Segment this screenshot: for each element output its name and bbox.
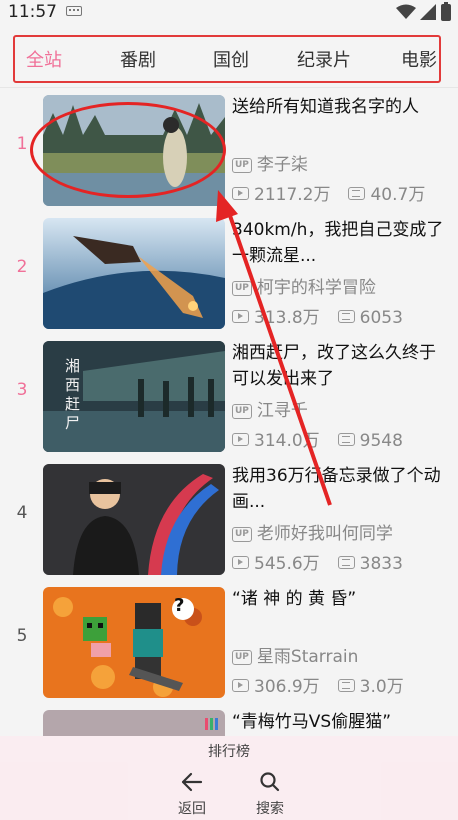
video-author: UP 星雨Starrain [232,642,358,667]
video-thumbnail[interactable] [43,710,225,736]
rank-number: 5 [16,626,28,646]
play-count-icon [232,556,249,569]
video-row[interactable]: 1 送给所有知道我名字的人 UP 李子柒 2117.2万 40.7万 [0,88,458,211]
danmaku-count: 9548 [359,431,403,451]
video-row[interactable]: 3 湘西赶尸 湘西赶尸，改了这么久终于可以发出来了 UP 江寻千 314.0万 95… [0,334,458,457]
back-arrow-icon [181,772,203,792]
video-row[interactable]: 5 ? “诸 神 的 黄 昏” UP 星雨Starrain 306.9万 3.0万 [0,580,458,703]
battery-icon [441,2,451,21]
rank-number: 2 [16,257,28,277]
video-author: UP 江寻千 [232,396,308,421]
up-badge: UP [232,281,252,296]
video-author: UP 老师好我叫何同学 [232,519,393,544]
video-row[interactable]: 6 “青梅竹马VS偷腥猫” [0,703,458,736]
signal-icon [420,4,436,20]
up-badge: UP [232,527,252,542]
video-thumbnail[interactable] [43,218,225,329]
view-count: 313.8万 [254,308,320,328]
video-thumbnail[interactable]: 湘西赶尸 [43,341,225,452]
view-count: 2117.2万 [254,185,331,205]
up-badge: UP [232,404,252,419]
danmaku-icon [337,679,355,692]
danmaku-icon [337,310,355,323]
play-count-icon [232,433,249,446]
category-tabbar: 全站 番剧 国创 纪录片 电影 [0,26,458,88]
view-count: 545.6万 [254,554,320,574]
danmaku-count: 6053 [359,308,403,328]
search-label: 搜索 [256,801,284,817]
video-stats: 314.0万 9548 [232,426,403,451]
keyboard-icon [66,6,82,16]
video-title[interactable]: 340km/h，我把自己变成了一颗流星... [232,217,452,269]
author-name: 柯宇的科学冒险 [256,278,376,298]
thumbnail-overlay-text: 湘西赶尸 [65,357,81,432]
up-badge: UP [232,650,252,665]
danmaku-count: 40.7万 [370,185,426,205]
play-count-icon [232,310,249,323]
status-time: 11:57 [8,2,57,22]
play-count-icon [232,187,249,200]
page-title: 排行榜 [208,744,250,760]
author-name: 江寻千 [256,401,308,421]
video-row[interactable]: 4 我用36万行备忘录做了个动画... UP 老师好我叫何同学 545.6万 383… [0,457,458,580]
search-icon [260,772,280,792]
back-button[interactable]: 返回 [162,772,222,818]
annotation-highlight-box [13,35,441,83]
video-title[interactable]: 我用36万行备忘录做了个动画... [232,463,452,515]
view-count: 314.0万 [254,431,320,451]
video-stats: 2117.2万 40.7万 [232,180,425,205]
video-stats: 545.6万 3833 [232,549,403,574]
video-title[interactable]: 送给所有知道我名字的人 [232,94,452,120]
video-thumbnail[interactable] [43,95,225,206]
video-stats: 313.8万 6053 [232,303,403,328]
play-count-icon [232,679,249,692]
search-button[interactable]: 搜索 [240,772,300,818]
danmaku-icon [348,187,366,200]
video-title[interactable]: 湘西赶尸，改了这么久终于可以发出来了 [232,340,452,392]
author-name: 老师好我叫何同学 [256,524,393,544]
wifi-icon [396,4,416,19]
bottom-nav: 排行榜 返回 搜索 [0,736,458,820]
rank-number: 3 [16,380,28,400]
status-bar: 11:57 [0,0,458,26]
video-author: UP 李子柒 [232,150,308,175]
video-author: UP 柯宇的科学冒险 [232,273,376,298]
rank-number: 4 [16,503,28,523]
video-title[interactable]: “诸 神 的 黄 昏” [232,586,452,612]
author-name: 李子柒 [256,155,308,175]
video-row[interactable]: 2 340km/h，我把自己变成了一颗流星... UP 柯宇的科学冒险 313.8… [0,211,458,334]
video-stats: 306.9万 3.0万 [232,672,404,697]
danmaku-icon [337,556,355,569]
video-title[interactable]: “青梅竹马VS偷腥猫” [232,709,452,735]
up-badge: UP [232,158,252,173]
view-count: 306.9万 [254,677,320,697]
video-thumbnail[interactable] [43,464,225,575]
danmaku-count: 3.0万 [359,677,404,697]
danmaku-icon [337,433,355,446]
ranking-list[interactable]: 1 送给所有知道我名字的人 UP 李子柒 2117.2万 40.7万 2 340… [0,88,458,736]
danmaku-count: 3833 [359,554,403,574]
rank-number: 1 [16,134,28,154]
author-name: 星雨Starrain [256,647,359,667]
back-label: 返回 [178,801,206,817]
question-mark-icon: ? [174,595,185,616]
video-thumbnail[interactable]: ? [43,587,225,698]
